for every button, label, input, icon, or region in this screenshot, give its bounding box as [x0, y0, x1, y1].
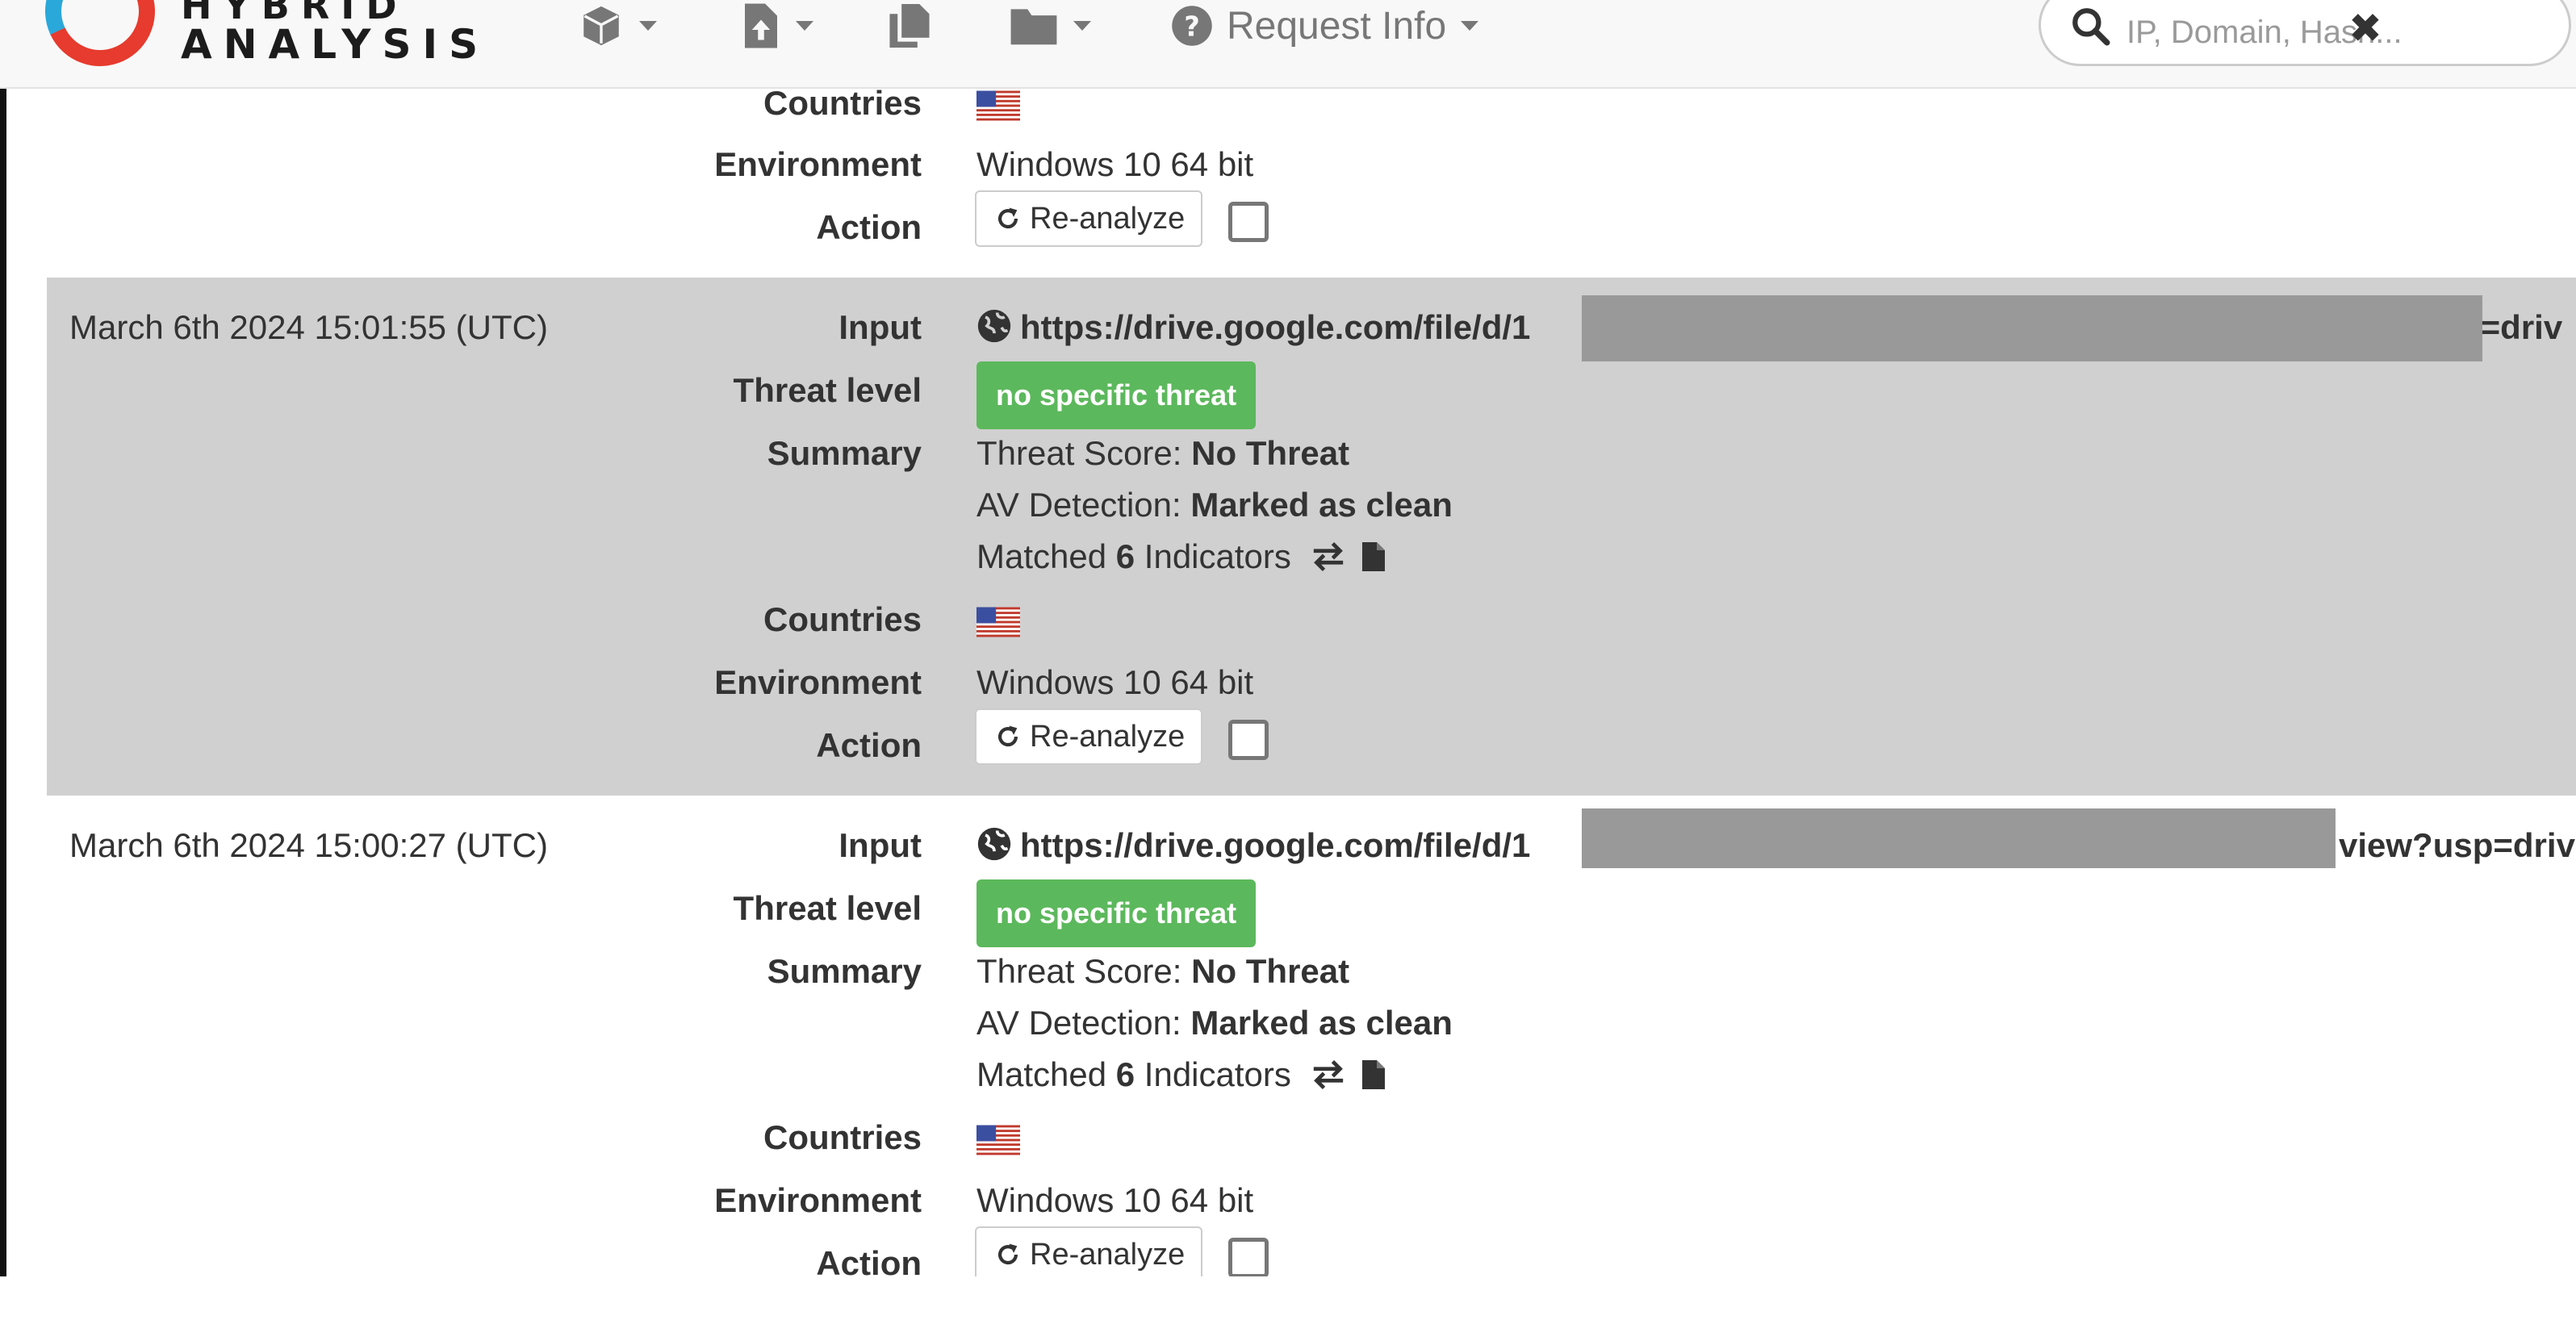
- reanalyze-label: Re-analyze: [1030, 201, 1186, 236]
- chevron-down-icon: [1461, 21, 1479, 31]
- summary-label: Summary: [767, 434, 922, 472]
- nav-sandbox-menu[interactable]: [578, 0, 657, 52]
- nav-request-info-label: Request Info: [1227, 4, 1447, 48]
- select-checkbox[interactable]: [1228, 202, 1269, 242]
- av-detection-line: AV Detection: Marked as clean: [976, 486, 1453, 524]
- input-url[interactable]: https://drive.google.com/file/d/1: [976, 826, 1530, 865]
- reanalyze-label: Re-analyze: [1030, 719, 1186, 754]
- redo-icon: [998, 207, 1018, 229]
- input-label: Input: [838, 308, 922, 346]
- input-label: Input: [838, 826, 922, 864]
- top-navbar: HYBRID ANALYSIS ? Request Info ✖: [0, 0, 2576, 89]
- nav-copy-menu[interactable]: [888, 0, 931, 52]
- threat-score-label: Threat Score:: [976, 952, 1182, 990]
- matched-label: Matched: [976, 537, 1107, 575]
- nav-upload-menu[interactable]: [741, 0, 813, 52]
- window-left-edge: [0, 0, 6, 1276]
- nav-folder-menu[interactable]: [1009, 0, 1091, 52]
- globe-icon: [977, 827, 1011, 861]
- threat-score-line: Threat Score: No Threat: [976, 434, 1349, 473]
- summary-label: Summary: [767, 952, 922, 990]
- search-icon: [2072, 8, 2110, 46]
- search-input[interactable]: [2125, 9, 2467, 56]
- action-label: Action: [816, 726, 922, 764]
- input-url-text: https://drive.google.com/file/d/1: [1020, 308, 1531, 346]
- logo-text-analysis[interactable]: ANALYSIS: [181, 21, 489, 68]
- folder-icon: [1010, 9, 1057, 45]
- file-icon[interactable]: [1361, 1059, 1386, 1091]
- close-icon[interactable]: ✖: [2348, 5, 2382, 52]
- copy-icon: [889, 4, 930, 48]
- reanalyze-button[interactable]: Re-analyze: [975, 190, 1203, 247]
- matched-indicators-line: Matched 6 Indicators: [976, 537, 1386, 576]
- matched-count: 6: [1115, 537, 1135, 575]
- threat-score-value: No Threat: [1191, 952, 1350, 990]
- environment-label: Environment: [714, 663, 922, 701]
- reanalyze-button[interactable]: Re-analyze: [975, 708, 1203, 765]
- input-url-tail-text: view?usp=drive: [2339, 826, 2576, 864]
- matched-count: 6: [1115, 1055, 1135, 1093]
- chevron-down-icon: [1073, 21, 1091, 31]
- redaction-box: [1582, 808, 2336, 868]
- av-detection-line: AV Detection: Marked as clean: [976, 1004, 1453, 1042]
- countries-label: Countries: [763, 1118, 922, 1156]
- indicators-label: Indicators: [1144, 1055, 1291, 1093]
- av-detection-value: Marked as clean: [1190, 1004, 1453, 1042]
- input-url-text: https://drive.google.com/file/d/1: [1020, 826, 1531, 864]
- us-flag-icon: [976, 607, 1020, 637]
- environment-label: Environment: [714, 145, 922, 183]
- threat-level-label: Threat level: [733, 889, 922, 927]
- report-row: March 6th 2024 15:01:55 (UTC) Input Thre…: [47, 278, 2576, 796]
- us-flag-icon: [976, 1125, 1020, 1155]
- input-url-tail: view?usp=drive: [2339, 826, 2576, 865]
- av-detection-label: AV Detection:: [976, 1004, 1181, 1042]
- threat-level-badge: no specific threat: [976, 361, 1257, 429]
- countries-label: Countries: [763, 600, 922, 638]
- select-checkbox[interactable]: [1228, 720, 1269, 760]
- matched-label: Matched: [976, 1055, 1107, 1093]
- threat-level-badge: no specific threat: [976, 879, 1257, 947]
- threat-score-label: Threat Score:: [976, 434, 1182, 472]
- threat-score-line: Threat Score: No Threat: [976, 952, 1349, 991]
- matched-indicators-line: Matched 6 Indicators: [976, 1055, 1386, 1094]
- exchange-icon[interactable]: [1311, 1059, 1346, 1091]
- redo-icon: [998, 1243, 1018, 1265]
- us-flag-icon: [976, 90, 1020, 121]
- input-url[interactable]: https://drive.google.com/file/d/1: [976, 308, 1530, 347]
- action-label: Action: [816, 1244, 922, 1276]
- reanalyze-label: Re-analyze: [1030, 1237, 1186, 1272]
- report-row-partial: Countries Environment Action Windows 10 …: [47, 84, 2576, 278]
- nav-request-info-menu[interactable]: ? Request Info: [1170, 0, 1479, 52]
- select-checkbox[interactable]: [1228, 1238, 1269, 1276]
- question-circle-icon: ?: [1172, 6, 1212, 46]
- environment-value: Windows 10 64 bit: [976, 145, 1254, 183]
- environment-label: Environment: [714, 1181, 922, 1219]
- report-row: March 6th 2024 15:00:27 (UTC) Input Thre…: [47, 796, 2576, 1276]
- av-detection-label: AV Detection:: [976, 486, 1181, 524]
- action-label: Action: [816, 208, 922, 246]
- redo-icon: [998, 725, 1018, 747]
- logo-icon[interactable]: [29, 0, 171, 82]
- file-icon[interactable]: [1361, 541, 1386, 573]
- search-box: [2039, 0, 2571, 66]
- redaction-box: [1582, 295, 2482, 361]
- chevron-down-icon: [639, 21, 657, 31]
- globe-icon: [977, 309, 1011, 343]
- cube-icon: [583, 6, 619, 46]
- chevron-down-icon: [796, 21, 813, 31]
- page-bottom-area: [0, 1276, 2576, 1320]
- file-upload-icon: [745, 3, 777, 48]
- threat-score-value: No Threat: [1191, 434, 1350, 472]
- reanalyze-button[interactable]: Re-analyze: [975, 1226, 1203, 1276]
- environment-value: Windows 10 64 bit: [976, 663, 1254, 701]
- countries-label: Countries: [763, 84, 922, 122]
- indicators-label: Indicators: [1144, 537, 1291, 575]
- av-detection-value: Marked as clean: [1190, 486, 1453, 524]
- svg-text:?: ?: [1184, 10, 1200, 42]
- threat-level-label: Threat level: [733, 371, 922, 409]
- exchange-icon[interactable]: [1311, 541, 1346, 573]
- environment-value: Windows 10 64 bit: [976, 1181, 1254, 1219]
